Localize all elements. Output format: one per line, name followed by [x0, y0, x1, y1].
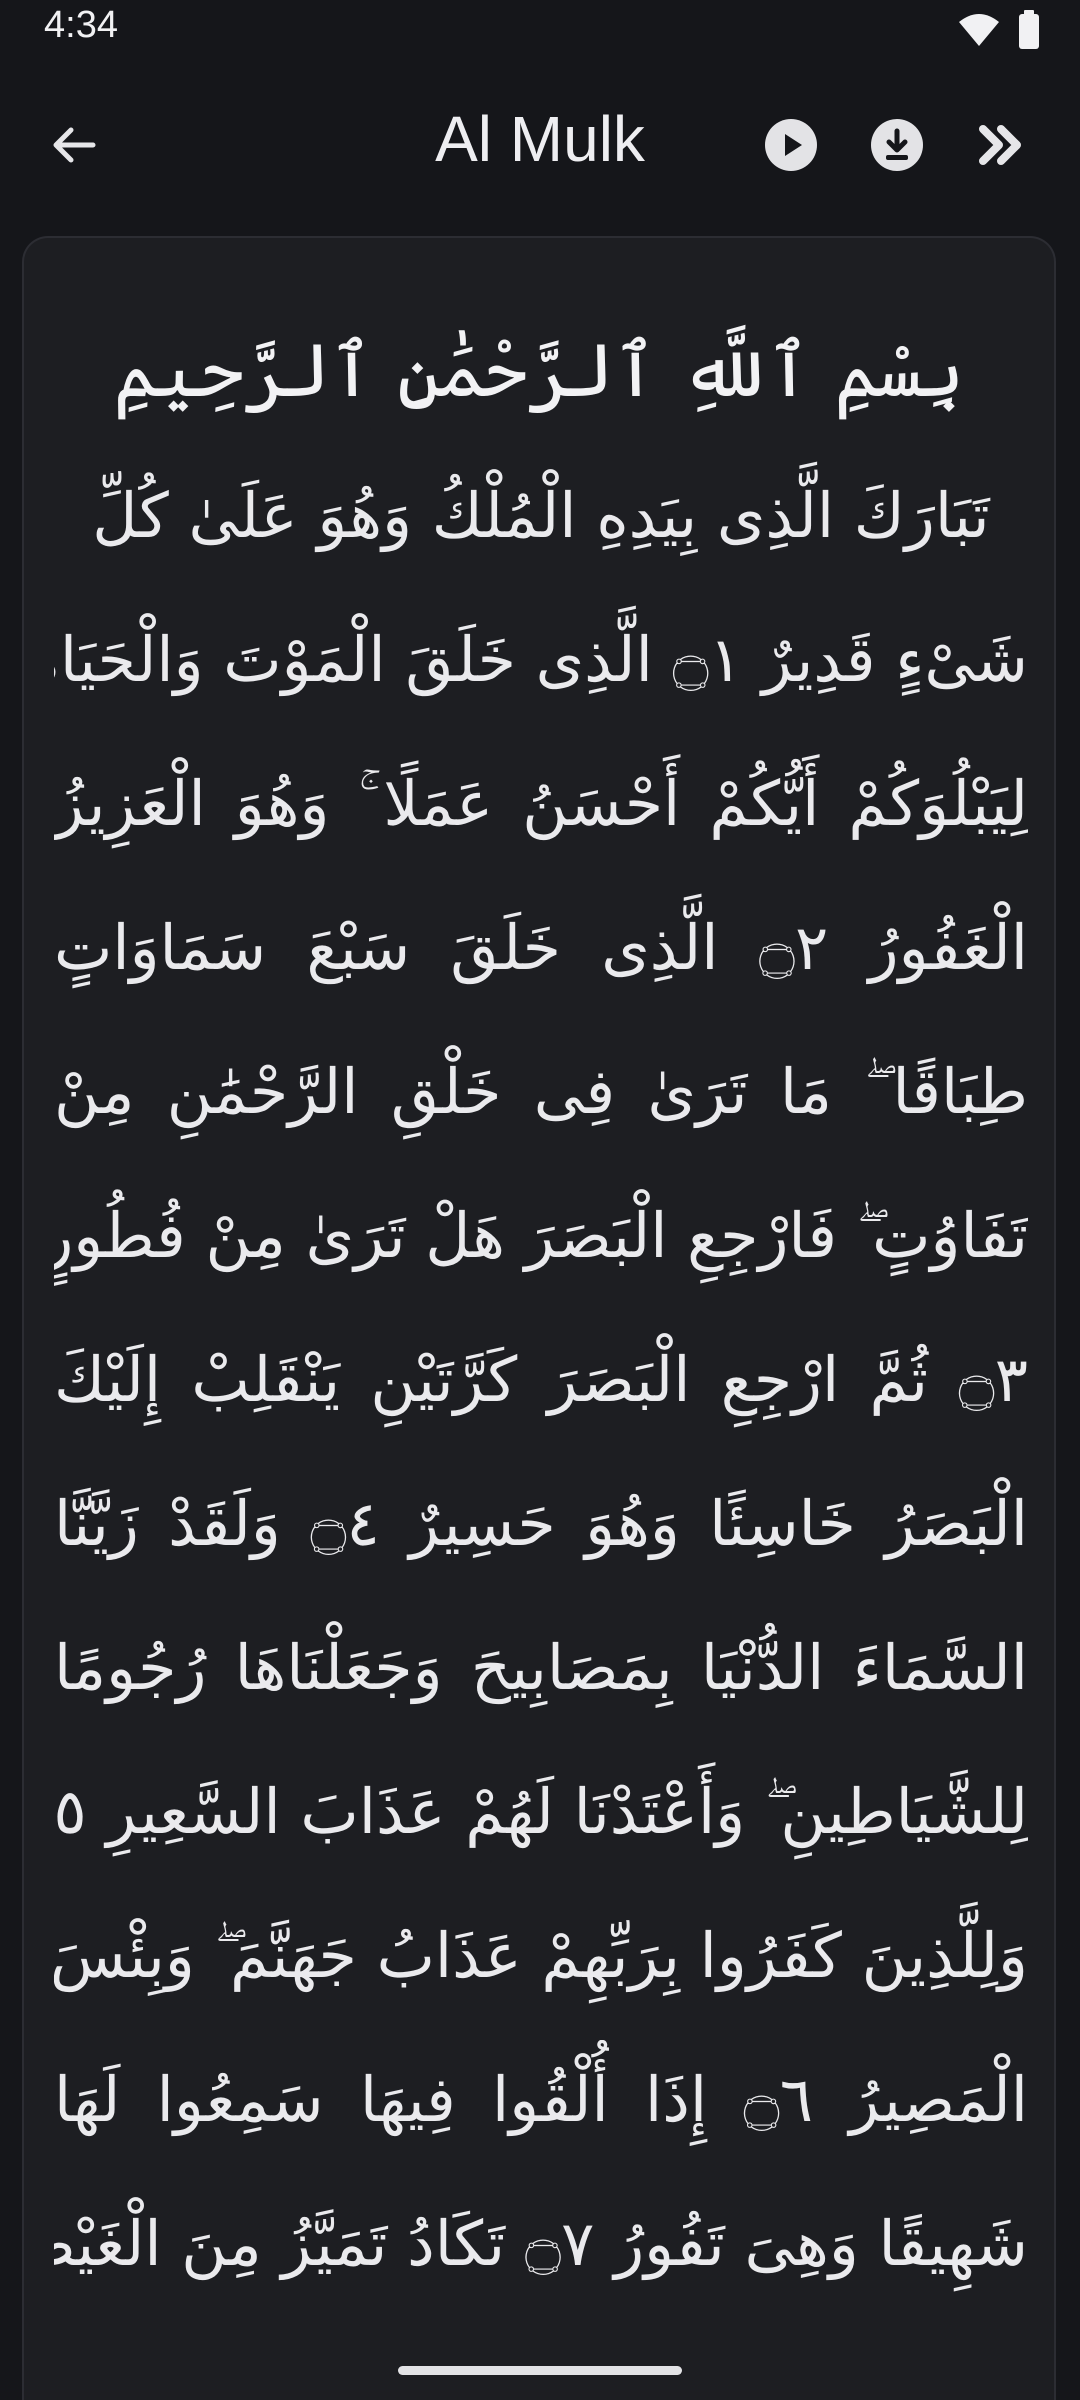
quran-reader-card[interactable]: بِسْمِ ٱللَّهِ ٱلرَّحْمَٰنِ ٱلرَّحِيمِ ت… — [22, 236, 1056, 2400]
wifi-icon — [958, 12, 1000, 52]
skip-forward-icon — [975, 119, 1027, 175]
ayah-line: الْبَصَرُ خَاسِئًا وَهُوَ حَسِيرٌ ۝٤ وَل… — [54, 1487, 1028, 1560]
ayah-line: الْغَفُورُ ۝٢ الَّذِى خَلَقَ سَبْعَ سَمَ… — [54, 911, 1028, 984]
status-bar: 4:34 — [0, 0, 1080, 62]
ayah-line: شَهِيقًا وَهِىَ تَفُورُ ۝٧ تَكَادُ تَمَي… — [54, 2207, 1028, 2280]
status-icons — [958, 10, 1040, 54]
ayah-line: تَبَارَكَ الَّذِى بِيَدِهِ الْمُلْكُ وَه… — [92, 479, 990, 552]
status-time: 4:34 — [44, 4, 118, 46]
basmala: بِسْمِ ٱللَّهِ ٱلرَّحْمَٰنِ ٱلرَّحِيمِ — [113, 328, 965, 414]
play-button[interactable] — [754, 110, 828, 184]
play-icon — [764, 118, 818, 176]
download-icon — [870, 118, 924, 176]
ayah-line: وَلِلَّذِينَ كَفَرُوا بِرَبِّهِمْ عَذَاب… — [54, 1919, 1028, 1992]
ayah-line: لِيَبْلُوَكُمْ أَيُّكُمْ أَحْسَنُ عَمَلً… — [54, 767, 1028, 840]
ayah-line: تَفَاوُتٍ ۖ فَارْجِعِ الْبَصَرَ هَلْ تَر… — [54, 1199, 1028, 1272]
app-bar: Al Mulk — [0, 80, 1080, 200]
ayah-line: السَّمَاءَ الدُّنْيَا بِمَصَابِيحَ وَجَع… — [54, 1631, 1028, 1704]
gesture-nav-handle[interactable] — [398, 2366, 682, 2375]
skip-forward-button[interactable] — [964, 110, 1038, 184]
ayah-line: شَىْءٍ قَدِيرٌ ۝١ الَّذِى خَلَقَ الْمَوْ… — [54, 623, 1028, 696]
ayah-line: لِلشَّيَاطِينِ ۖ وَأَعْتَدْنَا لَهُمْ عَ… — [54, 1775, 1028, 1848]
download-button[interactable] — [860, 110, 934, 184]
ayah-line: الْمَصِيرُ ۝٦ إِذَا أُلْقُوا فِيهَا سَمِ… — [54, 2063, 1028, 2136]
ayah-line: ۝٣ ثُمَّ ارْجِعِ الْبَصَرَ كَرَّتَيْنِ ي… — [54, 1343, 1028, 1416]
battery-icon — [1018, 10, 1040, 54]
ayah-line: طِبَاقًا ۖ مَا تَرَىٰ فِى خَلْقِ الرَّحْ… — [54, 1055, 1028, 1128]
